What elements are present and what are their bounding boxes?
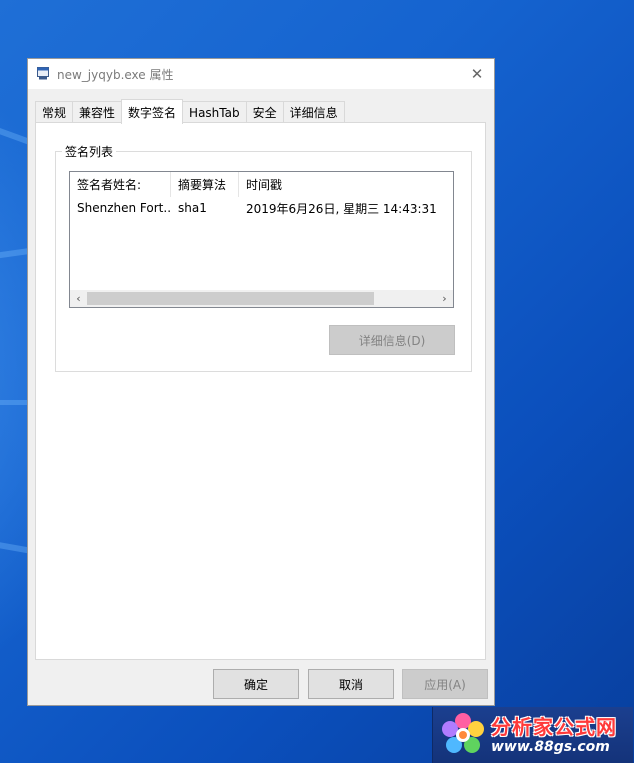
properties-dialog: new_jyqyb.exe 属性 ✕ 常规 兼容性 数字签名 HashTab 安… [27,58,495,706]
scrollbar-thumb[interactable] [87,292,374,305]
scroll-left-button[interactable]: ‹ [70,290,87,307]
chevron-left-icon: ‹ [76,292,81,305]
chevron-right-icon: › [442,292,447,305]
close-icon: ✕ [470,65,484,83]
flower-logo-icon [442,713,484,753]
signer-name-cell: Shenzhen Fort... [77,201,171,215]
scroll-right-button[interactable]: › [436,290,453,307]
tab-strip: 常规 兼容性 数字签名 HashTab 安全 详细信息 [35,99,345,124]
column-header-signer-name[interactable]: 签名者姓名: [70,172,171,197]
application-icon [37,67,49,80]
signature-list-title: 签名列表 [62,143,117,160]
column-header-digest-algorithm[interactable]: 摘要算法 [171,172,239,197]
horizontal-scrollbar[interactable]: ‹ › [70,290,453,307]
window-title: new_jyqyb.exe 属性 [57,68,174,82]
table-row[interactable]: Shenzhen Fort... sha1 2019年6月26日, 星期三 14… [70,198,453,218]
digest-algorithm-cell: sha1 [178,201,207,215]
watermark-banner: 分析家公式网 www.88gs.com [432,707,633,763]
timestamp-cell: 2019年6月26日, 星期三 14:43:31 [246,201,437,216]
tab-compatibility[interactable]: 兼容性 [72,101,123,123]
apply-button[interactable]: 应用(A) [402,669,488,699]
watermark-url: www.88gs.com [491,739,610,755]
signature-details-button[interactable]: 详细信息(D) [329,325,455,355]
title-bar[interactable]: new_jyqyb.exe 属性 ✕ [28,59,494,89]
column-header-timestamp[interactable]: 时间戳 [239,172,453,197]
tab-page-digital-signatures: 签名列表 签名者姓名: 摘要算法 时间戳 Shenzhen Fort... sh… [35,122,486,660]
signature-list[interactable]: 签名者姓名: 摘要算法 时间戳 Shenzhen Fort... sha1 20… [69,171,454,308]
tab-general[interactable]: 常规 [35,101,74,123]
list-header: 签名者姓名: 摘要算法 时间戳 [70,172,453,197]
tab-details[interactable]: 详细信息 [282,101,345,123]
close-button[interactable]: ✕ [460,59,494,89]
cancel-button[interactable]: 取消 [308,669,394,699]
ok-button[interactable]: 确定 [213,669,299,699]
watermark-site-name: 分析家公式网 [491,715,617,739]
tab-security[interactable]: 安全 [245,101,284,123]
tab-digital-signatures[interactable]: 数字签名 [121,99,184,124]
tab-hashtab[interactable]: HashTab [182,101,247,123]
